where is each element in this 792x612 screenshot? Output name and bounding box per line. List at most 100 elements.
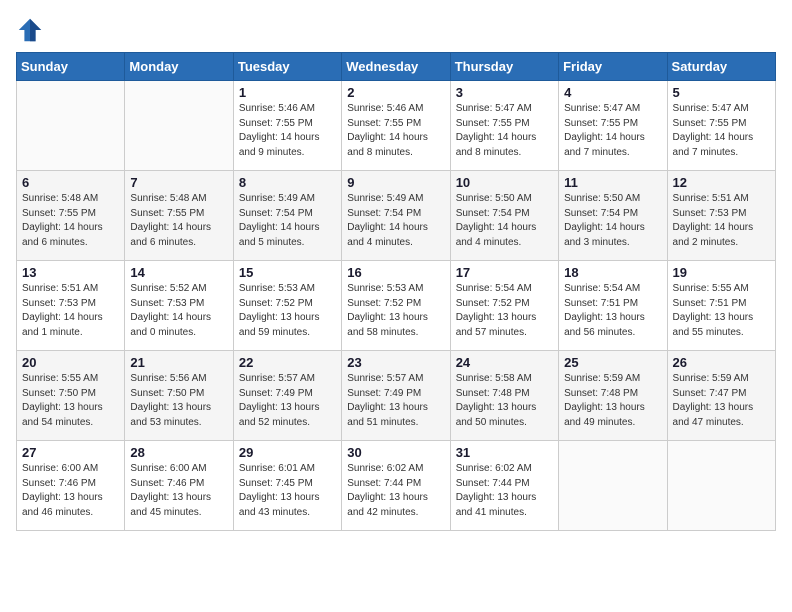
calendar-cell: 9Sunrise: 5:49 AM Sunset: 7:54 PM Daylig… (342, 171, 450, 261)
calendar-cell: 20 Sunrise: 5:55 AM Sunset: 7:50 PM Dayli… (17, 351, 125, 441)
day-number: 11 (564, 175, 661, 190)
day-info: Sunrise: 5:55 AM Sunset: 7:51 PM Dayligh… (673, 282, 770, 340)
day-number: 4 (564, 85, 661, 100)
calendar-cell: 6 Sunrise: 5:48 AM Sunset: 7:55 PM Daylig… (17, 171, 125, 261)
week-row-1: 1Sunrise: 5:46 AM Sunset: 7:55 PM Daylig… (17, 81, 776, 171)
week-row-5: 27 Sunrise: 6:00 AM Sunset: 7:46 PM Dayli… (17, 441, 776, 531)
day-info: Sunrise: 5:50 AM Sunset: 7:54 PM Dayligh… (456, 192, 553, 250)
day-number: 16 (347, 265, 444, 280)
calendar-cell: 8 Sunrise: 5:49 AM Sunset: 7:54 PM Daylig… (233, 171, 341, 261)
day-number: 12 (673, 175, 770, 190)
logo (16, 16, 48, 44)
calendar-cell: 21 Sunrise: 5:56 AM Sunset: 7:50 PM Dayli… (125, 351, 233, 441)
day-info: Sunrise: 5:53 AM Sunset: 7:52 PM Dayligh… (347, 282, 444, 340)
calendar-cell: 7 Sunrise: 5:48 AM Sunset: 7:55 PM Daylig… (125, 171, 233, 261)
header-wednesday: Wednesday (342, 53, 450, 81)
logo-icon (16, 16, 44, 44)
calendar-cell: 17Sunrise: 5:54 AM Sunset: 7:52 PM Dayli… (450, 261, 558, 351)
day-info: Sunrise: 5:47 AM Sunset: 7:55 PM Dayligh… (564, 102, 661, 160)
header-saturday: Saturday (667, 53, 775, 81)
day-number: 6 (22, 175, 119, 190)
calendar-cell: 26 Sunrise: 5:59 AM Sunset: 7:47 PM Dayli… (667, 351, 775, 441)
calendar-cell: 19 Sunrise: 5:55 AM Sunset: 7:51 PM Dayli… (667, 261, 775, 351)
day-info: Sunrise: 5:56 AM Sunset: 7:50 PM Dayligh… (130, 372, 227, 430)
day-number: 31 (456, 445, 553, 460)
calendar-cell: 25 Sunrise: 5:59 AM Sunset: 7:48 PM Dayli… (559, 351, 667, 441)
day-info: Sunrise: 5:48 AM Sunset: 7:55 PM Dayligh… (130, 192, 227, 250)
day-info: Sunrise: 6:01 AM Sunset: 7:45 PM Dayligh… (239, 462, 336, 520)
day-info: Sunrise: 5:57 AM Sunset: 7:49 PM Dayligh… (239, 372, 336, 430)
day-number: 7 (130, 175, 227, 190)
calendar-cell: 5Sunrise: 5:47 AM Sunset: 7:55 PM Daylig… (667, 81, 775, 171)
calendar-cell: 30 Sunrise: 6:02 AM Sunset: 7:44 PM Dayli… (342, 441, 450, 531)
day-number: 3 (456, 85, 553, 100)
calendar-cell: 3 Sunrise: 5:47 AM Sunset: 7:55 PM Daylig… (450, 81, 558, 171)
day-info: Sunrise: 5:54 AM Sunset: 7:51 PM Dayligh… (564, 282, 661, 340)
calendar-cell: 15 Sunrise: 5:53 AM Sunset: 7:52 PM Dayli… (233, 261, 341, 351)
day-number: 2 (347, 85, 444, 100)
calendar-cell: 27Sunrise: 6:00 AM Sunset: 7:46 PM Dayli… (17, 441, 125, 531)
week-row-3: 13Sunrise: 5:51 AM Sunset: 7:53 PM Dayli… (17, 261, 776, 351)
day-number: 25 (564, 355, 661, 370)
day-info: Sunrise: 5:53 AM Sunset: 7:52 PM Dayligh… (239, 282, 336, 340)
day-number: 22 (239, 355, 336, 370)
day-info: Sunrise: 5:59 AM Sunset: 7:47 PM Dayligh… (673, 372, 770, 430)
day-number: 27 (22, 445, 119, 460)
day-info: Sunrise: 5:51 AM Sunset: 7:53 PM Dayligh… (22, 282, 119, 340)
day-number: 18 (564, 265, 661, 280)
calendar-cell: 29 Sunrise: 6:01 AM Sunset: 7:45 PM Dayli… (233, 441, 341, 531)
day-info: Sunrise: 5:47 AM Sunset: 7:55 PM Dayligh… (456, 102, 553, 160)
header-friday: Friday (559, 53, 667, 81)
day-info: Sunrise: 5:49 AM Sunset: 7:54 PM Dayligh… (239, 192, 336, 250)
calendar-cell: 22 Sunrise: 5:57 AM Sunset: 7:49 PM Dayli… (233, 351, 341, 441)
calendar: SundayMondayTuesdayWednesdayThursdayFrid… (16, 52, 776, 531)
calendar-cell: 28 Sunrise: 6:00 AM Sunset: 7:46 PM Dayli… (125, 441, 233, 531)
day-number: 19 (673, 265, 770, 280)
calendar-cell: 2 Sunrise: 5:46 AM Sunset: 7:55 PM Daylig… (342, 81, 450, 171)
day-number: 24 (456, 355, 553, 370)
day-number: 30 (347, 445, 444, 460)
day-number: 21 (130, 355, 227, 370)
day-info: Sunrise: 5:46 AM Sunset: 7:55 PM Dayligh… (239, 102, 336, 160)
calendar-cell: 12 Sunrise: 5:51 AM Sunset: 7:53 PM Dayli… (667, 171, 775, 261)
calendar-cell: 1Sunrise: 5:46 AM Sunset: 7:55 PM Daylig… (233, 81, 341, 171)
calendar-cell: 4 Sunrise: 5:47 AM Sunset: 7:55 PM Daylig… (559, 81, 667, 171)
day-number: 15 (239, 265, 336, 280)
day-info: Sunrise: 6:00 AM Sunset: 7:46 PM Dayligh… (130, 462, 227, 520)
day-info: Sunrise: 5:55 AM Sunset: 7:50 PM Dayligh… (22, 372, 119, 430)
calendar-cell: 24 Sunrise: 5:58 AM Sunset: 7:48 PM Dayli… (450, 351, 558, 441)
header-tuesday: Tuesday (233, 53, 341, 81)
day-number: 28 (130, 445, 227, 460)
day-info: Sunrise: 6:02 AM Sunset: 7:44 PM Dayligh… (347, 462, 444, 520)
day-number: 29 (239, 445, 336, 460)
day-number: 23 (347, 355, 444, 370)
day-info: Sunrise: 5:59 AM Sunset: 7:48 PM Dayligh… (564, 372, 661, 430)
day-number: 17 (456, 265, 553, 280)
header-monday: Monday (125, 53, 233, 81)
header-sunday: Sunday (17, 53, 125, 81)
day-number: 10 (456, 175, 553, 190)
day-number: 14 (130, 265, 227, 280)
day-number: 8 (239, 175, 336, 190)
calendar-cell (667, 441, 775, 531)
day-info: Sunrise: 5:46 AM Sunset: 7:55 PM Dayligh… (347, 102, 444, 160)
calendar-cell (125, 81, 233, 171)
day-info: Sunrise: 5:58 AM Sunset: 7:48 PM Dayligh… (456, 372, 553, 430)
calendar-cell: 18 Sunrise: 5:54 AM Sunset: 7:51 PM Dayli… (559, 261, 667, 351)
day-number: 26 (673, 355, 770, 370)
calendar-cell (559, 441, 667, 531)
day-info: Sunrise: 6:02 AM Sunset: 7:44 PM Dayligh… (456, 462, 553, 520)
header-thursday: Thursday (450, 53, 558, 81)
calendar-cell: 11Sunrise: 5:50 AM Sunset: 7:54 PM Dayli… (559, 171, 667, 261)
calendar-cell: 13Sunrise: 5:51 AM Sunset: 7:53 PM Dayli… (17, 261, 125, 351)
calendar-header-row: SundayMondayTuesdayWednesdayThursdayFrid… (17, 53, 776, 81)
page-header (16, 16, 776, 44)
day-number: 20 (22, 355, 119, 370)
day-info: Sunrise: 5:48 AM Sunset: 7:55 PM Dayligh… (22, 192, 119, 250)
day-info: Sunrise: 5:49 AM Sunset: 7:54 PM Dayligh… (347, 192, 444, 250)
day-number: 5 (673, 85, 770, 100)
calendar-cell: 31 Sunrise: 6:02 AM Sunset: 7:44 PM Dayli… (450, 441, 558, 531)
day-info: Sunrise: 5:51 AM Sunset: 7:53 PM Dayligh… (673, 192, 770, 250)
calendar-cell: 23Sunrise: 5:57 AM Sunset: 7:49 PM Dayli… (342, 351, 450, 441)
week-row-4: 20 Sunrise: 5:55 AM Sunset: 7:50 PM Dayli… (17, 351, 776, 441)
